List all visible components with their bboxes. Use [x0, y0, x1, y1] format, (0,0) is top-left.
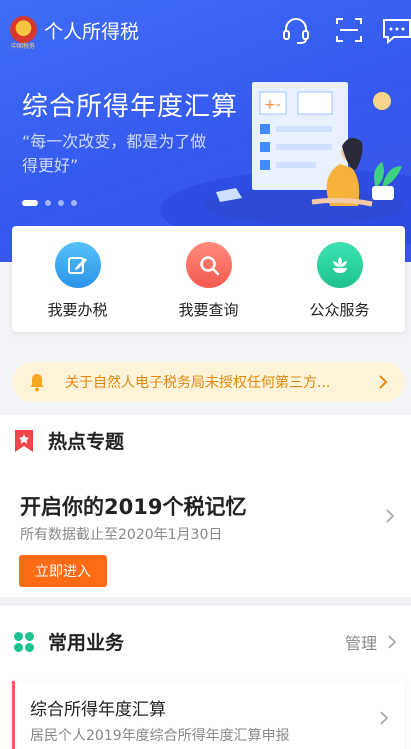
manage-button[interactable]: 管理: [345, 630, 399, 654]
action-label: 我要查询: [178, 301, 239, 319]
flower-icon: [316, 242, 363, 288]
headset-icon[interactable]: [280, 14, 312, 46]
banner-illustration: +-: [205, 82, 405, 224]
grid-flower-icon: [14, 631, 34, 652]
action-public-service[interactable]: 公众服务: [274, 226, 405, 332]
chevron-right-icon[interactable]: [381, 507, 399, 525]
chevron-right-icon: [388, 635, 397, 649]
carousel-dot-active: [22, 200, 38, 206]
carousel-dot: [71, 200, 77, 206]
logo-text: 中国税务: [10, 43, 35, 50]
action-label: 公众服务: [309, 301, 370, 319]
section-title: 热点专题: [48, 431, 125, 453]
bell-icon: [30, 374, 44, 392]
chat-icon[interactable]: [381, 14, 411, 46]
action-query[interactable]: 我要查询: [143, 226, 274, 332]
business-item-subtitle: 居民个人2019年度综合所得年度汇算申报: [30, 728, 290, 744]
common-business-header: 常用业务: [12, 628, 124, 655]
manage-label: 管理: [344, 634, 377, 653]
bookmark-star-icon: [15, 429, 33, 452]
common-business-section: 常用业务 管理 综合所得年度汇算 居民个人2019年度综合所得年度汇算申报: [0, 606, 411, 749]
banner-quote: “每一次改变，都是为了做得更好”: [22, 132, 207, 175]
action-file-tax[interactable]: 我要办税: [12, 226, 143, 332]
action-label: 我要办税: [47, 301, 108, 319]
hot-topic-subtitle: 所有数据截止至2020年1月30日: [20, 527, 223, 543]
enter-now-button[interactable]: 立即进入: [19, 555, 107, 587]
main-actions-card: 我要办税 我要查询 公众服务: [12, 226, 405, 332]
carousel-dot: [58, 200, 64, 206]
business-item-title: 综合所得年度汇算: [30, 700, 166, 720]
header-banner: 中国税务 个人所得税 综合所得年度汇算 “每一次改变，都是为了做得更好” +-: [0, 0, 411, 262]
business-item-card[interactable]: 综合所得年度汇算 居民个人2019年度综合所得年度汇算申报: [12, 681, 405, 749]
carousel-indicator: [22, 200, 77, 206]
chevron-right-icon: [380, 711, 389, 725]
section-title: 常用业务: [48, 632, 125, 654]
search-icon: [185, 242, 232, 288]
hot-topics-header: 热点专题: [12, 427, 124, 454]
pencil-icon: [54, 242, 101, 288]
tax-emblem-icon: [10, 16, 37, 43]
hot-topic-title[interactable]: 开启你的2019个税记忆: [20, 491, 246, 521]
carousel-dot: [45, 200, 51, 206]
chevron-right-icon: [379, 375, 388, 389]
notice-text: 关于自然人电子税务局未授权任何第三方...: [65, 375, 331, 391]
hot-topics-section: 热点专题 开启你的2019个税记忆 所有数据截止至2020年1月30日 立即进入: [0, 415, 411, 597]
app-title: 个人所得税: [44, 21, 140, 43]
svg-text:+-: +-: [264, 97, 281, 113]
top-bar: 中国税务 个人所得税: [0, 0, 411, 62]
scan-icon[interactable]: [333, 14, 365, 46]
notice-bar[interactable]: 关于自然人电子税务局未授权任何第三方...: [12, 362, 405, 402]
